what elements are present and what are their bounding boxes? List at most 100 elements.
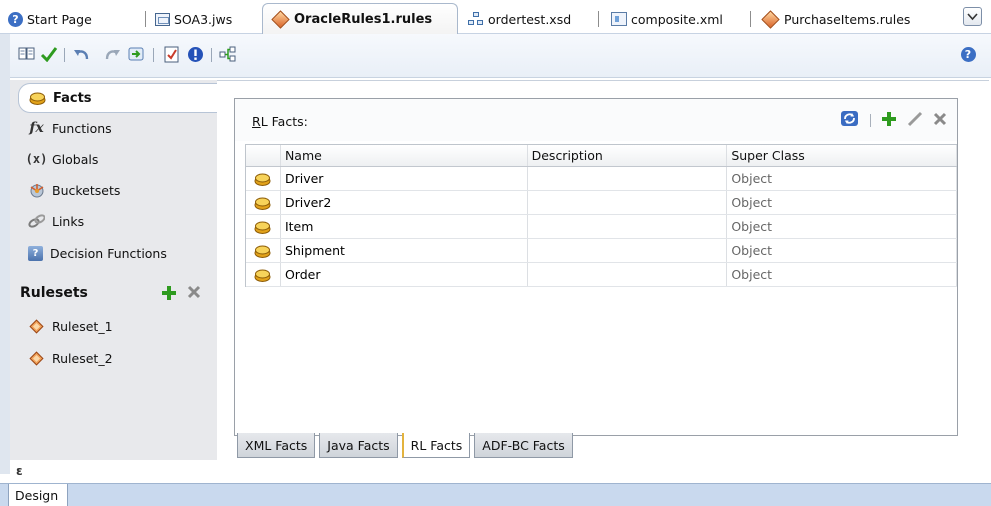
rules-editor-toolbar: ?	[0, 34, 991, 78]
add-icon	[162, 286, 176, 300]
help-button[interactable]: ?	[959, 45, 977, 63]
x-variable-icon: (x)	[25, 152, 48, 166]
validate-button[interactable]	[40, 45, 58, 63]
cell-super-class[interactable]: Object	[727, 263, 957, 286]
cell-description[interactable]	[528, 263, 728, 286]
cell-name[interactable]: Driver	[281, 167, 528, 190]
import-button[interactable]	[128, 45, 146, 63]
sidebar-item-globals[interactable]: (x) Globals	[18, 144, 214, 174]
import-icon	[128, 47, 144, 61]
pencil-icon	[907, 111, 923, 126]
fx-icon: fx	[29, 120, 44, 136]
tab-list-dropdown-button[interactable]	[963, 7, 982, 26]
cell-description[interactable]	[528, 215, 728, 238]
tab-composite-xml[interactable]: composite.xml	[603, 6, 731, 32]
tab-ordertest-xsd[interactable]: ordertest.xsd	[460, 6, 579, 32]
editor-tab-strip: ? Start Page SOA3.jws OracleRules1.rules…	[0, 0, 991, 34]
column-header-super-class[interactable]: Super Class	[727, 145, 957, 166]
cell-description[interactable]	[528, 239, 728, 262]
table-row[interactable]: Driver2 Object	[246, 191, 957, 215]
sidebar-item-decision-functions[interactable]: ? Decision Functions	[18, 238, 214, 268]
cell-description[interactable]	[528, 167, 728, 190]
tab-adf-bc-facts[interactable]: ADF-BC Facts	[474, 433, 573, 458]
tab-oraclerules1-rules[interactable]: OracleRules1.rules	[262, 3, 458, 34]
add-icon	[882, 111, 896, 126]
sidebar-item-links[interactable]: Links	[18, 206, 214, 236]
fact-icon	[246, 239, 281, 262]
column-header-name[interactable]: Name	[281, 145, 528, 166]
cell-description[interactable]	[528, 191, 728, 214]
left-edge-strip	[0, 34, 10, 474]
sidebar-item-functions[interactable]: fx Functions	[18, 113, 214, 143]
cell-super-class[interactable]: Object	[727, 215, 957, 238]
report-button[interactable]	[163, 45, 181, 63]
sidebar-item-ruleset-1[interactable]: Ruleset_1	[18, 311, 214, 341]
cell-name[interactable]: Driver2	[281, 191, 528, 214]
action-separator	[870, 113, 871, 127]
sidebar-item-label: Ruleset_1	[52, 318, 113, 334]
redo-button[interactable]	[103, 45, 121, 63]
tab-label: composite.xml	[631, 11, 723, 27]
tab-divider	[598, 11, 599, 27]
rl-facts-title: RL Facts:	[252, 114, 308, 129]
rules-navigator-panel: Facts fx Functions (x) Globals Bucketset…	[10, 80, 217, 478]
add-fact-button[interactable]	[881, 111, 897, 130]
table-row[interactable]: Shipment Object	[246, 239, 957, 263]
bucket-icon	[28, 182, 45, 199]
info-button[interactable]	[186, 45, 204, 63]
rl-facts-header: RL Facts:	[235, 99, 957, 141]
column-header-description[interactable]: Description	[528, 145, 728, 166]
tab-java-facts[interactable]: Java Facts	[319, 433, 398, 458]
table-row[interactable]: Item Object	[246, 215, 957, 239]
sidebar-item-facts[interactable]: Facts	[18, 83, 217, 113]
help-icon: ?	[8, 11, 23, 27]
title-mnemonic: R	[252, 114, 261, 129]
composite-icon	[611, 12, 627, 26]
cell-name[interactable]: Order	[281, 263, 528, 286]
cell-super-class[interactable]: Object	[727, 167, 957, 190]
delete-fact-button[interactable]	[933, 112, 947, 129]
tab-xml-facts[interactable]: XML Facts	[237, 433, 316, 458]
undo-button[interactable]	[73, 45, 91, 63]
rules-diamond-icon	[761, 9, 780, 29]
tab-design[interactable]: Design	[8, 484, 68, 506]
rulesets-header: Rulesets	[20, 280, 215, 306]
tab-label: ordertest.xsd	[488, 11, 572, 27]
tab-label: OracleRules1.rules	[294, 11, 433, 27]
collapse-panel-handle[interactable]: ε	[16, 464, 23, 478]
icon-column-header	[246, 145, 281, 166]
cell-name[interactable]: Item	[281, 215, 528, 238]
add-ruleset-button[interactable]	[161, 285, 177, 305]
sidebar-item-ruleset-2[interactable]: Ruleset_2	[18, 343, 214, 373]
fact-icon	[246, 263, 281, 286]
schema-tree-icon	[468, 12, 484, 26]
tab-purchaseitems-rules[interactable]: PurchaseItems.rules	[753, 6, 918, 32]
workspace-icon	[155, 12, 170, 26]
cell-name[interactable]: Shipment	[281, 239, 528, 262]
validate-check-icon	[40, 47, 58, 62]
refresh-facts-button[interactable]	[840, 110, 860, 131]
tab-soa3-jws[interactable]: SOA3.jws	[147, 6, 240, 32]
delete-ruleset-button[interactable]	[187, 285, 201, 303]
rulesets-title: Rulesets	[20, 285, 88, 301]
report-icon	[164, 46, 179, 62]
sidebar-item-label: Facts	[53, 90, 92, 106]
link-button[interactable]	[219, 45, 237, 63]
rl-facts-box: RL Facts: Name Description Super Class D…	[234, 98, 958, 436]
help-icon: ?	[960, 46, 976, 62]
tab-start-page[interactable]: ? Start Page	[0, 6, 100, 32]
title-rest: L Facts:	[260, 114, 308, 129]
editor-bottom-bar: Design	[0, 483, 991, 506]
cell-super-class[interactable]: Object	[727, 239, 957, 262]
book-button[interactable]	[18, 45, 36, 63]
edit-fact-button[interactable]	[907, 111, 923, 130]
tab-rl-facts[interactable]: RL Facts	[401, 433, 471, 458]
table-header-row: Name Description Super Class	[246, 145, 957, 167]
rules-diamond-icon	[271, 9, 290, 29]
toolbar-separator	[153, 48, 154, 62]
table-row[interactable]: Driver Object	[246, 167, 957, 191]
sidebar-item-bucketsets[interactable]: Bucketsets	[18, 175, 214, 205]
table-row[interactable]: Order Object	[246, 263, 957, 287]
cell-super-class[interactable]: Object	[727, 191, 957, 214]
sidebar-item-label: Globals	[52, 151, 99, 167]
